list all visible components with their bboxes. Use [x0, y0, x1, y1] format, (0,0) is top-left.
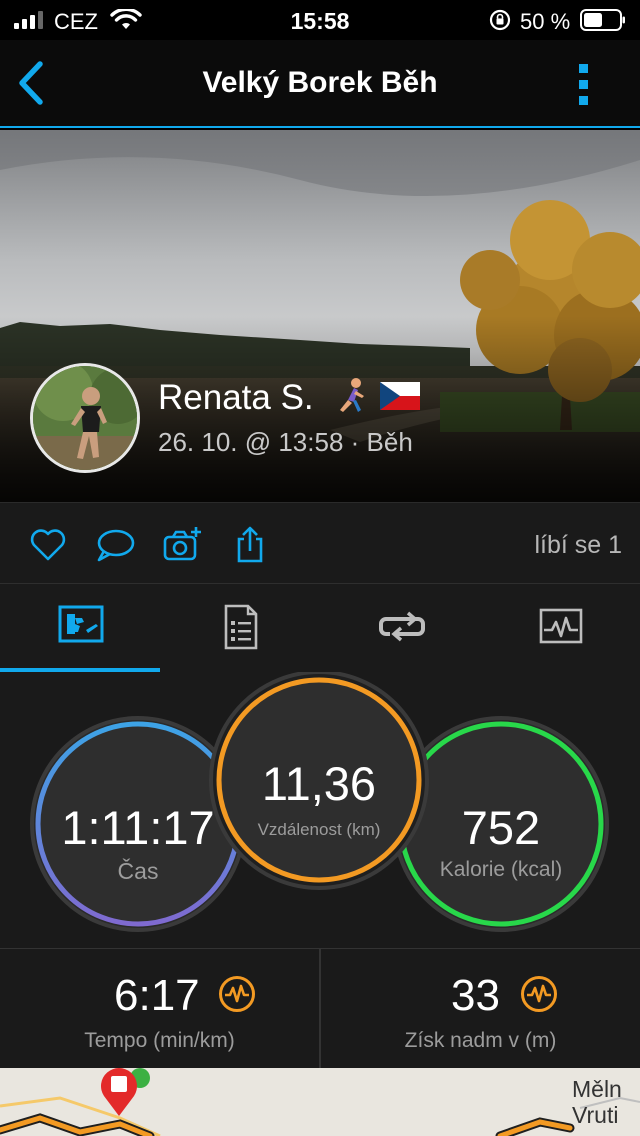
pace-cell[interactable]: 6:17 Tempo (min/km) — [0, 949, 319, 1069]
likes-count[interactable]: líbí se 1 — [534, 531, 622, 560]
comment-bubble-icon[interactable] — [95, 525, 135, 565]
battery-percent: 50 % — [520, 9, 571, 34]
avatar-photo — [33, 366, 137, 470]
social-actions-bar: líbí se 1 — [0, 502, 640, 584]
elevation-value: 33 — [451, 971, 500, 1020]
route-map[interactable]: Měln Vruti — [0, 1068, 640, 1136]
tab-laps[interactable] — [320, 584, 480, 672]
like-heart-icon[interactable] — [28, 525, 68, 565]
battery-icon — [580, 9, 625, 31]
details-icon — [224, 604, 258, 650]
chart-icon — [539, 608, 583, 644]
route-end-pin-icon[interactable] — [96, 1068, 142, 1118]
status-bar: CEZ 15:58 50 % — [0, 0, 640, 40]
summary-stats: 6:17 Tempo (min/km) 33 Získ nadm v (m) — [0, 948, 640, 1069]
laps-icon — [379, 611, 425, 642]
distance-value: 11,36 — [261, 757, 377, 810]
elevation-cell[interactable]: 33 Získ nadm v (m) — [321, 949, 640, 1069]
more-vertical-icon[interactable] — [572, 62, 596, 108]
calories-ring[interactable]: 752 Kalorie (kcal) — [401, 724, 601, 924]
pace-value: 6:17 — [114, 971, 200, 1020]
user-name[interactable]: Renata S. — [158, 378, 314, 418]
stats-icon — [58, 605, 104, 643]
distance-ring[interactable]: 11,36 Vzdálenost (km) — [219, 680, 419, 880]
page-title: Velký Borek Běh — [202, 66, 438, 99]
elevation-graph-icon — [521, 976, 557, 1012]
activity-header: Renata S. 26. 10. @ 13:58 · Běh — [0, 130, 640, 502]
nav-bar: Velký Borek Běh — [0, 40, 640, 128]
distance-label: Vzdálenost (km) — [257, 820, 381, 839]
time-ring[interactable]: 1:11:17 Čas — [38, 724, 238, 924]
calories-label: Kalorie (kcal) — [439, 858, 563, 881]
time-label: Čas — [117, 858, 159, 884]
add-photo-camera-icon[interactable] — [162, 525, 202, 565]
activity-tabs — [0, 584, 640, 672]
key-stats-rings: 1:11:17 Čas 11,36 Vzdálenost (km) 752 Ka… — [0, 672, 640, 948]
rotation-lock-icon — [489, 9, 511, 31]
pace-graph-icon — [219, 976, 255, 1012]
share-icon[interactable] — [230, 525, 270, 565]
tab-charts[interactable] — [480, 584, 640, 672]
activity-date-type: 26. 10. @ 13:58 · Běh — [158, 427, 413, 457]
time-value: 1:11:17 — [61, 801, 215, 854]
calories-value: 752 — [461, 801, 541, 854]
tab-stats[interactable] — [0, 584, 160, 672]
map-place-label: Měln Vruti — [572, 1076, 622, 1128]
tab-details[interactable] — [160, 584, 320, 672]
avatar[interactable] — [30, 363, 140, 473]
runner-emoji-icon — [340, 378, 364, 412]
elevation-label: Získ nadm v (m) — [404, 1029, 557, 1052]
czech-flag-icon — [380, 382, 420, 410]
pace-label: Tempo (min/km) — [84, 1029, 235, 1052]
